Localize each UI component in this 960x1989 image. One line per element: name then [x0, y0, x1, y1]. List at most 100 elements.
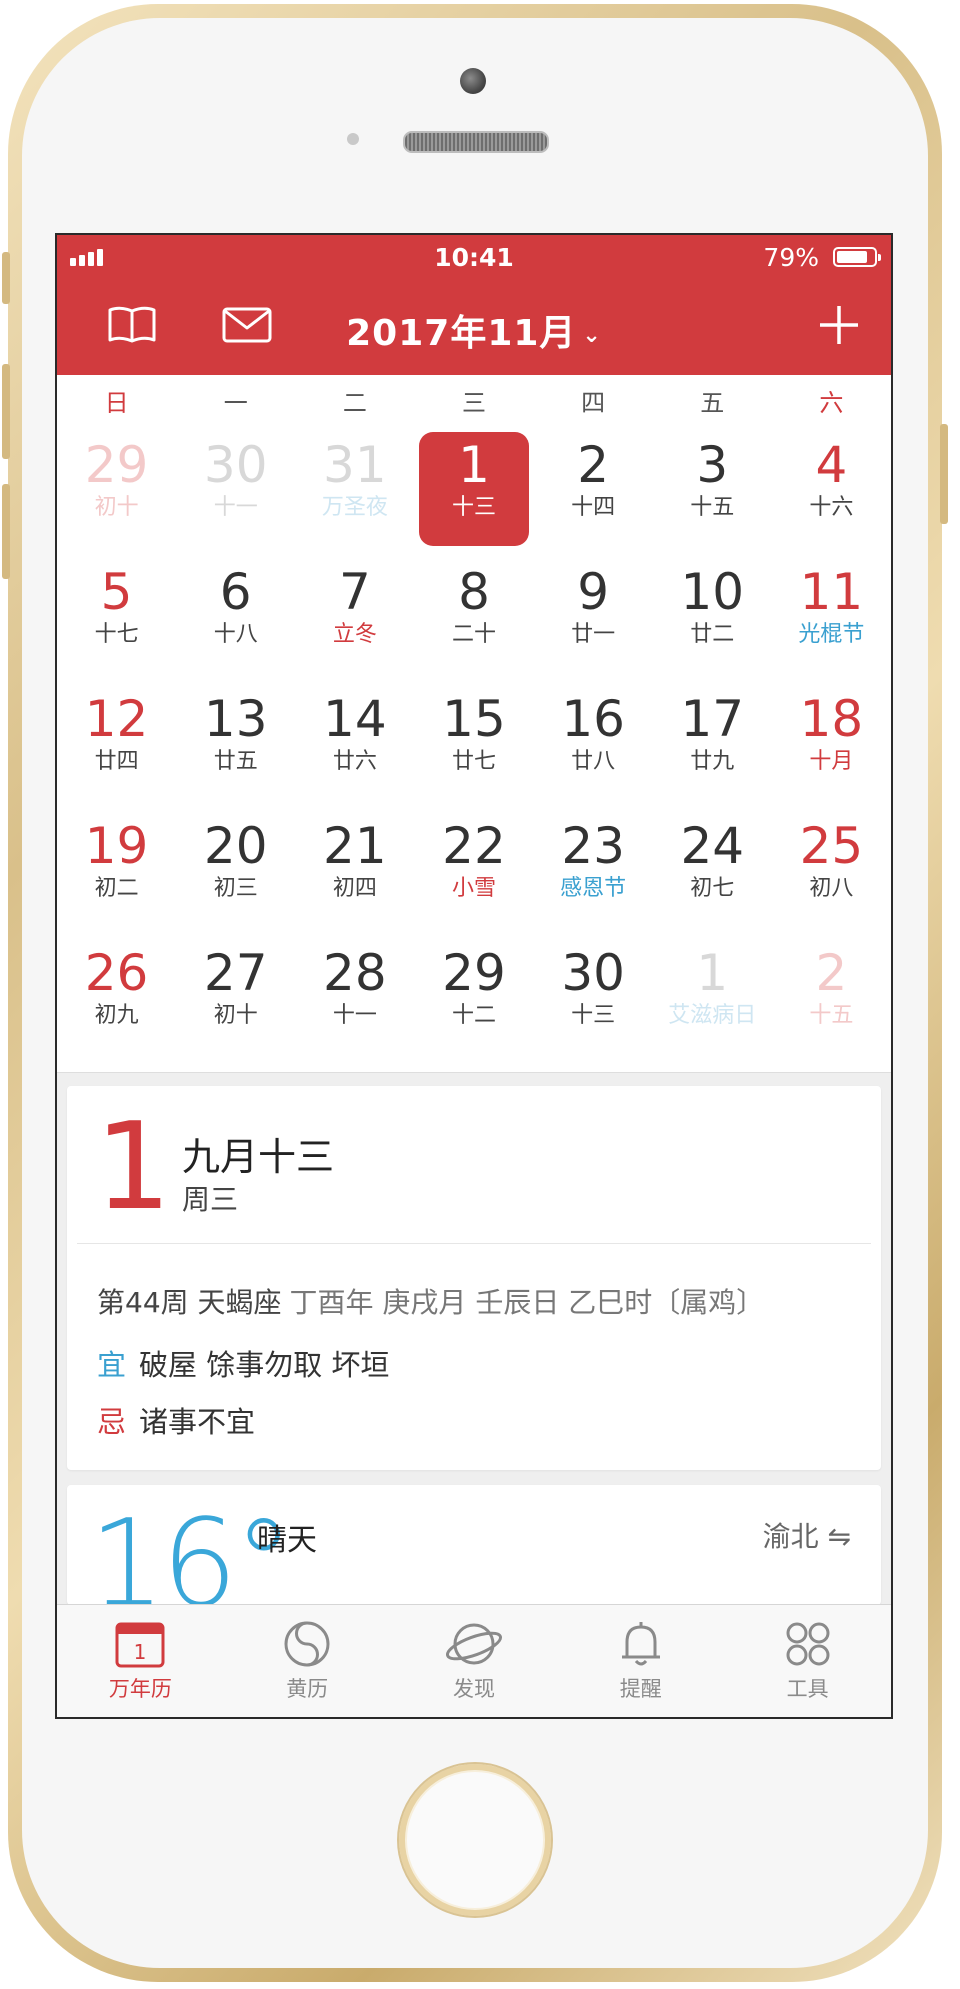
- day-number: 16: [561, 690, 625, 748]
- calendar-day-cell[interactable]: 8 二十: [414, 552, 533, 679]
- calendar-day-cell[interactable]: 22 小雪: [414, 806, 533, 933]
- yi-label: 宜: [97, 1348, 127, 1382]
- calendar-day-cell[interactable]: 5 十七: [57, 552, 176, 679]
- lunar-label: 小雪: [451, 876, 496, 901]
- calendar-day-cell[interactable]: 26 初九: [57, 933, 176, 1060]
- day-number: 6: [219, 563, 252, 621]
- weekday-label: 三: [461, 388, 486, 417]
- tab-discover[interactable]: 发现: [391, 1605, 558, 1717]
- calendar-day-cell[interactable]: 2 十四: [534, 425, 653, 552]
- day-number: 7: [338, 563, 371, 621]
- day-number: 13: [203, 690, 268, 748]
- lunar-label: 十五: [690, 495, 735, 520]
- calendar-icon: 1: [115, 1622, 165, 1668]
- lunar-label: 初八: [809, 876, 854, 901]
- tab-label: 工具: [786, 1677, 829, 1701]
- lunar-label: 光棍节: [798, 622, 865, 647]
- calendar-day-cell[interactable]: 25 初八: [772, 806, 891, 933]
- day-number: 1: [458, 436, 490, 494]
- calendar-day-cell[interactable]: 30 十三: [534, 933, 653, 1060]
- calendar-day-cell[interactable]: 7 立冬: [295, 552, 414, 679]
- volume-down-button: [2, 484, 10, 579]
- calendar-day-cell[interactable]: 14 廿六: [295, 679, 414, 806]
- day-number: 3: [696, 436, 729, 494]
- power-button: [940, 424, 948, 524]
- tab-bar: 1 万年历 黄历 发现 提醒 工具: [57, 1604, 891, 1717]
- calendar-day-cell[interactable]: 15 廿七: [414, 679, 533, 806]
- calendar-day-cell[interactable]: 21 初四: [295, 806, 414, 933]
- chevron-down-icon: ⌄: [582, 322, 602, 348]
- day-number: 25: [799, 817, 864, 875]
- lunar-label: 初七: [690, 876, 735, 901]
- divider: [77, 1243, 871, 1244]
- lunar-label: 廿九: [690, 749, 735, 774]
- lunar-label: 二十: [451, 622, 496, 647]
- day-number: 19: [84, 817, 149, 875]
- day-number: 8: [458, 563, 490, 621]
- tab-almanac[interactable]: 黄历: [224, 1605, 391, 1717]
- day-number: 10: [680, 563, 745, 621]
- calendar-day-cell[interactable]: 24 初七: [653, 806, 772, 933]
- selected-day-number: 1: [95, 1098, 172, 1237]
- mute-switch: [2, 252, 10, 304]
- lunar-label: 初九: [94, 1003, 139, 1028]
- lunar-label: 廿一: [571, 622, 616, 647]
- grid-icon: [786, 1622, 830, 1666]
- week-zodiac: 第44周 天蝎座: [97, 1286, 282, 1319]
- calendar-day-cell[interactable]: 29 十二: [414, 933, 533, 1060]
- lunar-label: 廿八: [571, 749, 616, 774]
- calendar-day-cell[interactable]: 9 廿一: [534, 552, 653, 679]
- lunar-label: 十八: [213, 622, 258, 647]
- tab-reminder[interactable]: 提醒: [557, 1605, 724, 1717]
- calendar-day-cell[interactable]: 27 初十: [176, 933, 295, 1060]
- weekday-label: 五: [700, 388, 725, 417]
- date-info-line: 第44周 天蝎座 丁酉年 庚戌月 壬辰日 乙巳时〔属鸡〕: [97, 1281, 764, 1321]
- calendar-day-cell[interactable]: 3 十五: [653, 425, 772, 552]
- front-camera: [460, 68, 486, 94]
- lunar-label: 感恩节: [560, 876, 627, 901]
- calendar-day-cell[interactable]: 2 十五: [772, 933, 891, 1060]
- location-switch[interactable]: 渝北 ⇋: [763, 1515, 851, 1555]
- tab-tools[interactable]: 工具: [724, 1605, 891, 1717]
- lunar-label: 立冬: [332, 622, 377, 647]
- weekday-label: 二: [342, 388, 367, 417]
- lunar-label: 廿六: [332, 749, 377, 774]
- tab-calendar[interactable]: 1 万年历: [57, 1605, 224, 1717]
- month-selector[interactable]: 2017年11月 ⌄: [57, 304, 891, 356]
- weather-condition: 晴天: [257, 1523, 317, 1558]
- calendar-day-cell[interactable]: 1 十三: [414, 425, 533, 552]
- weather-card[interactable]: 16° 晴天 渝北 ⇋: [67, 1485, 881, 1625]
- day-number: 22: [442, 817, 506, 875]
- lunar-label: 十一: [332, 1003, 377, 1028]
- day-number: 28: [323, 944, 387, 1002]
- yin-yang-icon: [284, 1621, 330, 1667]
- lunar-label: 廿二: [690, 622, 735, 647]
- planet-icon: [445, 1623, 502, 1665]
- plus-icon[interactable]: [817, 303, 861, 351]
- lunar-label: 十一: [213, 495, 258, 520]
- calendar-day-cell[interactable]: 16 廿八: [534, 679, 653, 806]
- calendar-day-cell[interactable]: 23 感恩节: [534, 806, 653, 933]
- calendar-day-cell[interactable]: 20 初三: [176, 806, 295, 933]
- calendar-day-cell[interactable]: 6 十八: [176, 552, 295, 679]
- calendar-day-cell[interactable]: 19 初二: [57, 806, 176, 933]
- calendar-day-cell[interactable]: 1 艾滋病日: [653, 933, 772, 1060]
- calendar-day-cell[interactable]: 10 廿二: [653, 552, 772, 679]
- calendar-day-cell[interactable]: 11 光棍节: [772, 552, 891, 679]
- day-number: 2: [577, 436, 610, 494]
- calendar-day-cell[interactable]: 29 初十: [57, 425, 176, 552]
- lunar-label: 万圣夜: [321, 495, 388, 520]
- calendar-day-cell[interactable]: 13 廿五: [176, 679, 295, 806]
- calendar-day-cell[interactable]: 4 十六: [772, 425, 891, 552]
- tab-label: 发现: [452, 1677, 495, 1701]
- day-detail-card[interactable]: 1 九月十三 周三 第44周 天蝎座 丁酉年 庚戌月 壬辰日 乙巳时〔属鸡〕 宜破…: [67, 1086, 881, 1470]
- calendar-day-cell[interactable]: 28 十一: [295, 933, 414, 1060]
- calendar-day-cell[interactable]: 17 廿九: [653, 679, 772, 806]
- calendar-day-cell[interactable]: 18 十月: [772, 679, 891, 806]
- calendar-day-cell[interactable]: 30 十一: [176, 425, 295, 552]
- home-button[interactable]: [397, 1762, 553, 1918]
- calendar-day-cell[interactable]: 31 万圣夜: [295, 425, 414, 552]
- lunar-label: 十三: [451, 495, 496, 520]
- calendar-day-cell[interactable]: 12 廿四: [57, 679, 176, 806]
- day-number: 18: [799, 690, 864, 748]
